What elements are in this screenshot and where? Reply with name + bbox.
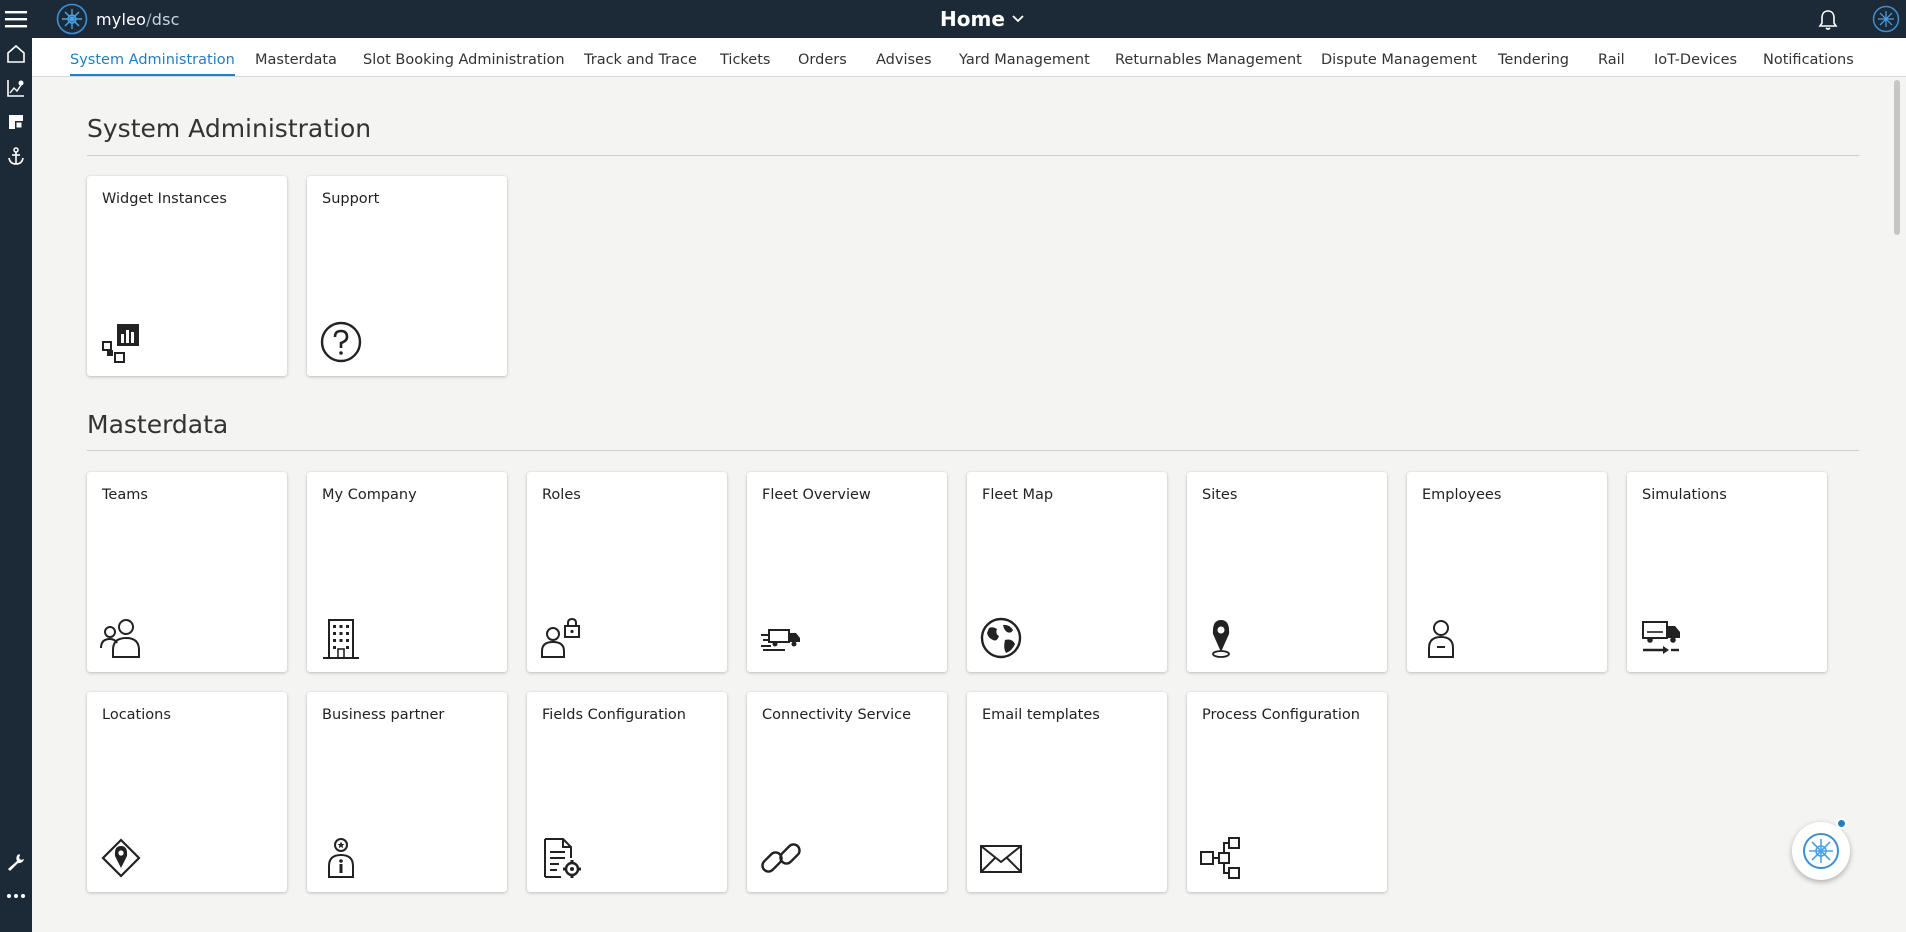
section-title-masterdata: Masterdata — [87, 410, 229, 439]
question-circle-icon — [319, 320, 363, 364]
tab-tickets[interactable]: Tickets — [720, 38, 770, 76]
tile-label: Widget Instances — [102, 191, 227, 207]
location-diamond-icon — [99, 836, 143, 880]
wrench-icon[interactable] — [0, 846, 32, 878]
tile-label: Process Configuration — [1202, 707, 1360, 723]
section-divider — [87, 155, 1859, 156]
tab-orders[interactable]: Orders — [798, 38, 847, 76]
myleo-logo-icon — [56, 3, 88, 35]
left-rail — [0, 38, 32, 932]
more-icon[interactable] — [0, 880, 32, 912]
tile-label: Fields Configuration — [542, 707, 686, 723]
tile-label: Locations — [102, 707, 171, 723]
tile-locations[interactable]: Locations — [87, 692, 287, 892]
tile-simulations[interactable]: Simulations — [1627, 472, 1827, 672]
section-divider — [87, 450, 1859, 451]
process-flow-icon — [1199, 836, 1243, 880]
globe-icon — [979, 616, 1023, 660]
tile-support[interactable]: Support — [307, 176, 507, 376]
brand-sub: dsc — [151, 9, 180, 29]
map-pin-icon — [1199, 616, 1243, 660]
business-partner-icon — [319, 836, 363, 880]
tab-notifications[interactable]: Notifications — [1763, 38, 1854, 76]
assistant-button[interactable] — [1792, 822, 1850, 880]
page-selector[interactable]: Home — [940, 0, 1025, 38]
anchor-icon[interactable] — [0, 140, 32, 172]
envelope-icon — [979, 836, 1023, 880]
tile-label: Simulations — [1642, 487, 1727, 503]
tab-system-administration[interactable]: System Administration — [70, 38, 235, 76]
tile-email-templates[interactable]: Email templates — [967, 692, 1167, 892]
analytics-icon[interactable] — [0, 72, 32, 104]
tab-returnables-management[interactable]: Returnables Management — [1115, 38, 1302, 76]
tile-widget-instances[interactable]: Widget Instances — [87, 176, 287, 376]
bell-icon[interactable] — [1816, 8, 1840, 32]
tile-label: Fleet Map — [982, 487, 1054, 503]
tab-track-and-trace[interactable]: Track and Trace — [584, 38, 697, 76]
assistant-icon — [1803, 833, 1839, 869]
section-title-system-administration: System Administration — [87, 114, 372, 143]
home-icon[interactable] — [0, 38, 32, 70]
truck-simulation-icon — [1639, 616, 1683, 660]
tile-label: Employees — [1422, 487, 1502, 503]
tile-connectivity-service[interactable]: Connectivity Service — [747, 692, 947, 892]
user-lock-icon — [539, 616, 583, 660]
link-icon — [759, 836, 803, 880]
tab-tendering[interactable]: Tendering — [1498, 38, 1569, 76]
top-bar: myleo/dsc Home — [0, 0, 1906, 38]
tile-label: Connectivity Service — [762, 707, 912, 723]
tab-advises[interactable]: Advises — [876, 38, 932, 76]
tile-employees[interactable]: Employees — [1407, 472, 1607, 672]
document-gear-icon — [539, 836, 583, 880]
main-content: System Administration Widget Instances S… — [32, 77, 1906, 932]
app-logo[interactable]: myleo/dsc — [56, 3, 180, 35]
widget-instances-icon — [99, 320, 143, 364]
person-icon — [1419, 616, 1463, 660]
tab-iot-devices[interactable]: IoT-Devices — [1654, 38, 1737, 76]
tile-label: Business partner — [322, 707, 445, 723]
tile-fleet-map[interactable]: Fleet Map — [967, 472, 1167, 672]
brand-name: myleo — [96, 9, 147, 29]
tab-masterdata[interactable]: Masterdata — [255, 38, 337, 76]
tile-label: My Company — [322, 487, 417, 503]
notification-dot — [1836, 818, 1847, 829]
tile-label: Support — [322, 191, 380, 207]
section-tabs: System Administration Masterdata Slot Bo… — [32, 38, 1906, 77]
tile-fleet-overview[interactable]: Fleet Overview — [747, 472, 947, 672]
user-avatar[interactable] — [1872, 5, 1900, 33]
tile-label: Email templates — [982, 707, 1100, 723]
tile-roles[interactable]: Roles — [527, 472, 727, 672]
brand-text: myleo/dsc — [96, 10, 180, 29]
page-title: Home — [940, 7, 1005, 31]
tile-label: Teams — [102, 487, 148, 503]
menu-icon[interactable] — [0, 0, 32, 38]
tile-sites[interactable]: Sites — [1187, 472, 1387, 672]
dashboard-icon[interactable] — [0, 106, 32, 138]
chevron-down-icon — [1012, 15, 1024, 23]
tile-teams[interactable]: Teams — [87, 472, 287, 672]
people-icon — [99, 616, 143, 660]
tab-dispute-management[interactable]: Dispute Management — [1321, 38, 1477, 76]
tile-business-partner[interactable]: Business partner — [307, 692, 507, 892]
fleet-truck-icon — [759, 616, 803, 660]
tile-label: Roles — [542, 487, 581, 503]
tab-rail[interactable]: Rail — [1598, 38, 1625, 76]
page-scrollbar[interactable] — [1894, 80, 1900, 235]
tile-process-configuration[interactable]: Process Configuration — [1187, 692, 1387, 892]
building-icon — [319, 616, 363, 660]
tile-label: Fleet Overview — [762, 487, 871, 503]
tab-slot-booking-administration[interactable]: Slot Booking Administration — [363, 38, 565, 76]
tab-yard-management[interactable]: Yard Management — [959, 38, 1090, 76]
tile-fields-configuration[interactable]: Fields Configuration — [527, 692, 727, 892]
tile-my-company[interactable]: My Company — [307, 472, 507, 672]
tile-label: Sites — [1202, 487, 1238, 503]
